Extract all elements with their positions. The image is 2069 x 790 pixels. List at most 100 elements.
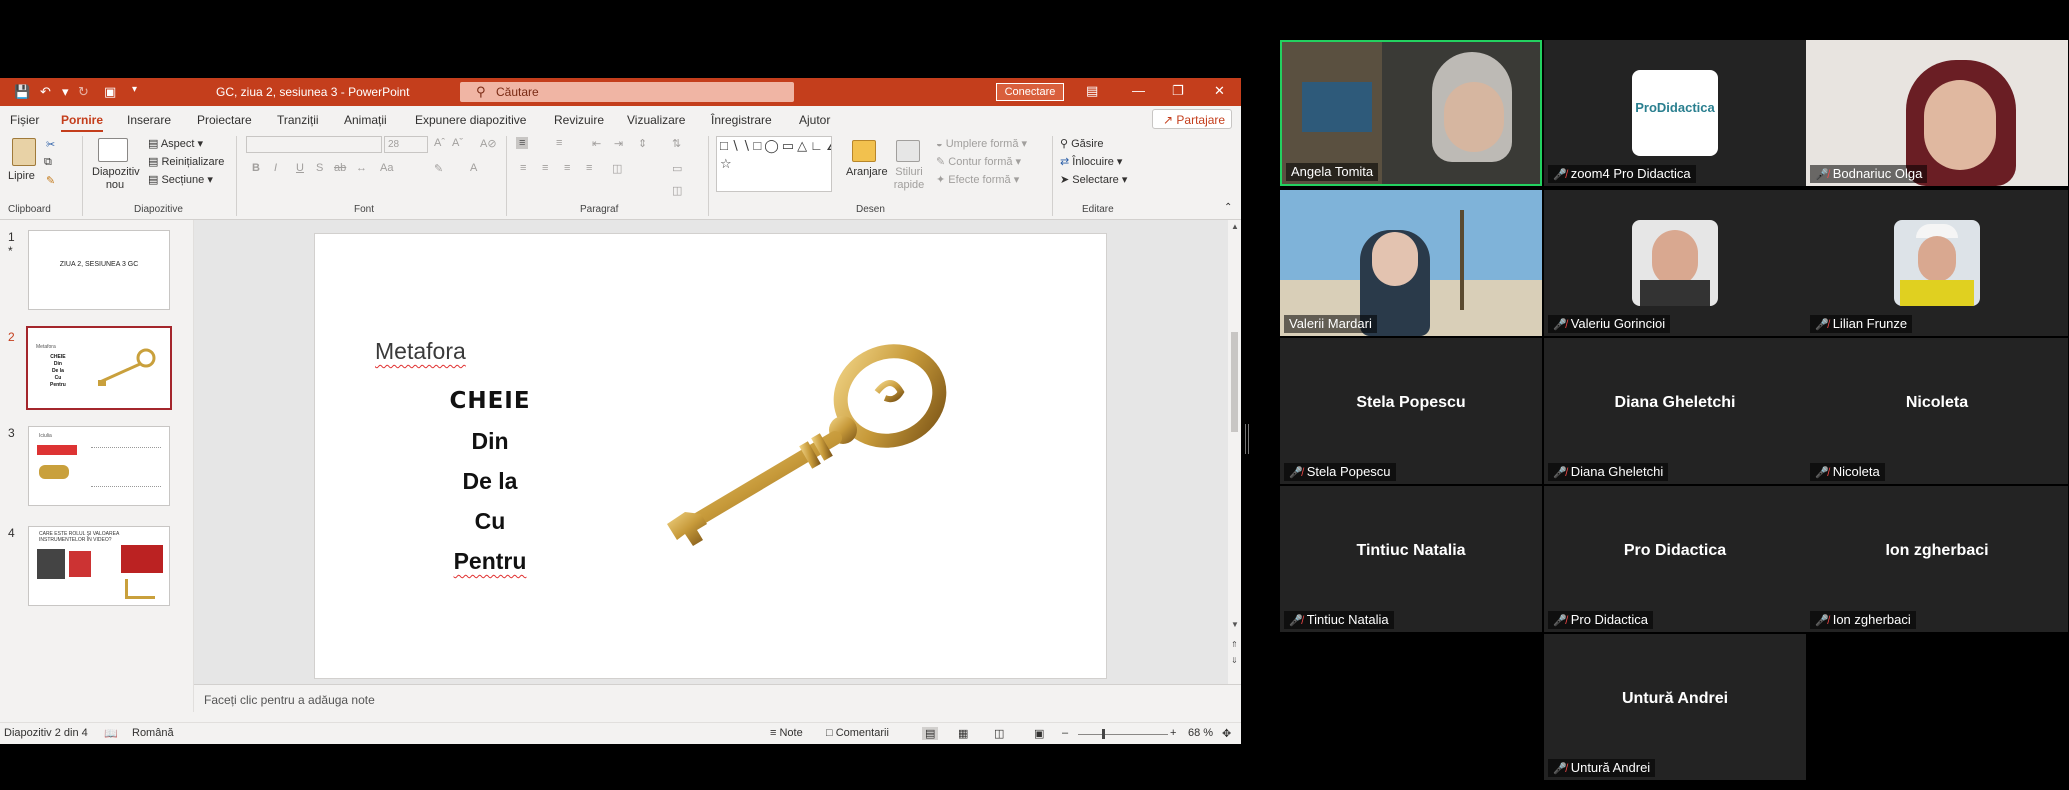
smartart-icon[interactable]: ◫ <box>672 184 682 197</box>
tab-help[interactable]: Ajutor <box>799 113 830 127</box>
slide-word[interactable]: CHEIE <box>405 388 575 414</box>
collapse-ribbon-icon[interactable]: ⌃ <box>1224 202 1232 213</box>
slide-thumbnail-2[interactable]: Metafora CHEIE Din De la Cu Pentru <box>26 326 172 410</box>
slide-title[interactable]: Metafora <box>375 338 466 365</box>
participant-tile[interactable]: Nicoleta 🎤̸ Nicoleta <box>1806 338 2068 484</box>
align-right-icon[interactable]: ≡ <box>564 162 570 174</box>
tab-file[interactable]: Fișier <box>10 113 39 127</box>
key-image[interactable] <box>645 334 955 564</box>
present-icon[interactable]: ▣ <box>104 84 116 100</box>
slideshow-view-icon[interactable]: ▣ <box>1034 727 1044 740</box>
tab-review[interactable]: Revizuire <box>554 113 604 127</box>
vertical-scrollbar[interactable]: ▲ ▼ ⇑ ⇓ <box>1228 220 1241 684</box>
notes-pane[interactable]: Faceți clic pentru a adăuga note <box>194 684 1241 712</box>
shrink-font-icon[interactable]: Aˇ <box>452 137 463 149</box>
tab-view[interactable]: Vizualizare <box>627 113 685 127</box>
section-button[interactable]: ▤ Secțiune ▾ <box>148 173 213 186</box>
redo-icon[interactable]: ↻ <box>78 84 89 100</box>
arrange-icon[interactable] <box>852 140 876 162</box>
minimize-icon[interactable]: — <box>1132 83 1145 98</box>
search-input[interactable]: ⚲ Căutare <box>460 82 794 102</box>
restore-icon[interactable]: ❐ <box>1172 83 1184 99</box>
highlight-icon[interactable]: ✎ <box>434 162 443 175</box>
participant-tile[interactable]: Pro Didactica 🎤̸ Pro Didactica <box>1544 486 1806 632</box>
font-name-input[interactable] <box>246 136 382 153</box>
zoom-slider[interactable] <box>1078 734 1168 735</box>
align-center-icon[interactable]: ≡ <box>542 162 548 174</box>
tab-slideshow[interactable]: Expunere diapozitive <box>415 113 526 127</box>
prev-slide-icon[interactable]: ⇑ <box>1231 640 1238 649</box>
decrease-indent-icon[interactable]: ⇤ <box>592 137 601 150</box>
undo-icon[interactable]: ↶ <box>40 84 51 100</box>
participant-tile[interactable]: 🎤̸ Bodnariuc Olga <box>1806 40 2068 186</box>
fit-to-window-icon[interactable]: ✥ <box>1222 727 1231 740</box>
line-spacing-icon[interactable]: ⇕ <box>638 137 647 150</box>
quick-styles-button[interactable]: Stiluri rapide <box>892 166 926 192</box>
increase-indent-icon[interactable]: ⇥ <box>614 137 623 150</box>
new-slide-button[interactable]: Diapozitiv nou <box>92 166 140 192</box>
italic-icon[interactable]: I <box>274 162 277 174</box>
select-button[interactable]: ➤ Selectare ▾ <box>1060 173 1127 186</box>
participant-tile[interactable]: Valerii Mardari <box>1280 190 1542 336</box>
slide-editor[interactable]: Metafora CHEIE Din De la Cu Pentru <box>314 233 1107 679</box>
grow-font-icon[interactable]: Aˆ <box>434 137 445 149</box>
slide-sorter-icon[interactable]: ▦ <box>958 727 968 740</box>
columns-icon[interactable]: ◫ <box>612 162 622 175</box>
spellcheck-icon[interactable]: 📖 <box>104 727 118 740</box>
slide-thumbnail-3[interactable]: Iciulia <box>28 426 170 506</box>
cut-icon[interactable]: ✂ <box>46 138 55 151</box>
participant-tile[interactable]: ProDidactica 🎤̸ zoom4 Pro Didactica <box>1544 40 1806 186</box>
slide-word[interactable]: Cu <box>405 508 575 535</box>
participant-tile[interactable]: 🎤̸ Valeriu Gorincioi <box>1544 190 1806 336</box>
tab-home[interactable]: Pornire <box>61 113 104 132</box>
participant-tile[interactable]: Diana Gheletchi 🎤̸ Diana Gheletchi <box>1544 338 1806 484</box>
shadow-icon[interactable]: S <box>316 162 323 174</box>
save-icon[interactable]: 💾 <box>14 84 30 100</box>
zoom-in-icon[interactable]: + <box>1170 727 1176 739</box>
text-direction-icon[interactable]: ⇅ <box>672 137 681 150</box>
language-label[interactable]: Română <box>132 727 174 739</box>
comments-toggle[interactable]: □ Comentarii <box>826 727 889 739</box>
participant-tile[interactable]: Angela Tomita <box>1280 40 1542 186</box>
reading-view-icon[interactable]: ◫ <box>994 727 1004 740</box>
tab-design[interactable]: Proiectare <box>197 113 252 127</box>
slide-thumbnail-4[interactable]: CARE ESTE ROLUL ȘI VALOAREA INSTRUMENTEL… <box>28 526 170 606</box>
ribbon-display-icon[interactable]: ▤ <box>1086 83 1098 99</box>
underline-icon[interactable]: U <box>296 162 304 174</box>
scroll-thumb[interactable] <box>1231 332 1238 432</box>
tab-animations[interactable]: Animații <box>344 113 387 127</box>
format-painter-icon[interactable]: ✎ <box>46 174 55 187</box>
font-size-input[interactable]: 28 <box>384 136 428 153</box>
bullets-icon[interactable]: ≡ <box>516 137 529 149</box>
paste-button[interactable]: Lipire <box>8 170 35 182</box>
normal-view-icon[interactable]: ▤ <box>922 727 939 740</box>
customize-qat-icon[interactable]: ▾ <box>132 84 137 95</box>
shape-outline-button[interactable]: ✎ Contur formă ▾ <box>936 155 1021 168</box>
connect-button[interactable]: Conectare <box>996 83 1064 101</box>
numbering-icon[interactable]: ≡ <box>556 137 562 149</box>
slide-word[interactable]: De la <box>405 468 575 495</box>
slide-word[interactable]: Din <box>405 428 575 455</box>
tab-insert[interactable]: Inserare <box>127 113 171 127</box>
bold-icon[interactable]: B <box>252 162 260 174</box>
undo-dropdown-icon[interactable]: ▾ <box>62 84 69 100</box>
zoom-level[interactable]: 68 % <box>1188 727 1213 739</box>
notes-toggle[interactable]: ≡ Note <box>770 727 803 739</box>
paste-icon[interactable] <box>12 138 36 166</box>
align-text-icon[interactable]: ▭ <box>672 162 682 175</box>
replace-button[interactable]: ⇄ Înlocuire ▾ <box>1060 155 1122 168</box>
tab-transitions[interactable]: Tranziții <box>277 113 319 127</box>
strikethrough-icon[interactable]: ab <box>334 162 346 174</box>
participant-tile[interactable]: 🎤̸ Lilian Frunze <box>1806 190 2068 336</box>
close-icon[interactable]: ✕ <box>1214 83 1225 99</box>
tab-record[interactable]: Înregistrare <box>711 113 772 127</box>
next-slide-icon[interactable]: ⇓ <box>1231 656 1238 665</box>
zoom-slider-thumb[interactable] <box>1102 729 1105 739</box>
font-color-icon[interactable]: A <box>470 162 477 174</box>
participant-tile[interactable]: Stela Popescu 🎤̸ Stela Popescu <box>1280 338 1542 484</box>
shape-fill-button[interactable]: ◒ Umplere formă ▾ <box>936 137 1027 150</box>
participant-tile[interactable]: Tintiuc Natalia 🎤̸ Tintiuc Natalia <box>1280 486 1542 632</box>
split-handle[interactable] <box>1245 424 1249 454</box>
zoom-out-icon[interactable]: – <box>1062 727 1068 739</box>
shapes-gallery[interactable]: □∖∖□◯▭△∟∠⇨⇩↺∿↷{}☆ <box>716 136 832 192</box>
